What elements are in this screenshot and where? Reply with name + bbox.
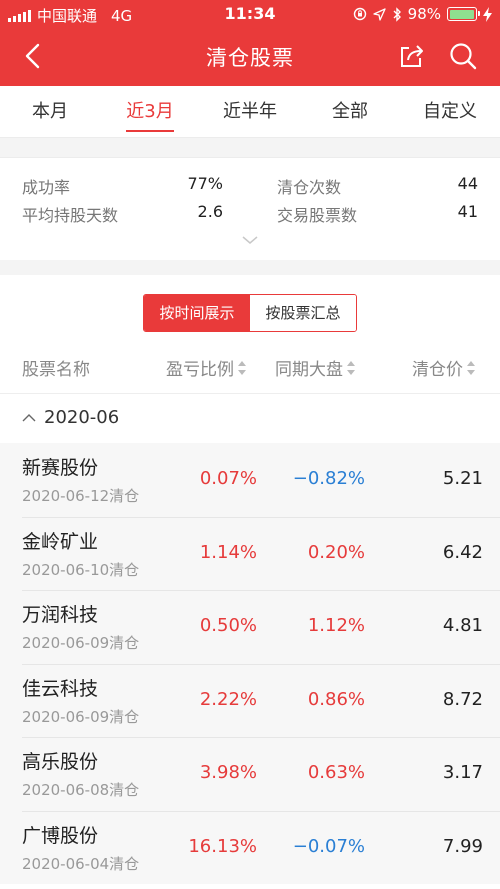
share-icon (401, 45, 423, 67)
expand-stats-button[interactable] (240, 232, 260, 246)
charging-icon (483, 6, 492, 22)
market-change: 0.86% (307, 688, 365, 710)
tab-3-months[interactable]: 近3月 (100, 86, 200, 137)
view-by-time-button[interactable]: 按时间展示 (144, 295, 250, 331)
chevron-up-icon (22, 414, 36, 422)
clear-date: 2020-06-12清仓 (22, 487, 140, 505)
market-change: −0.82% (292, 468, 365, 489)
tab-all[interactable]: 全部 (300, 86, 400, 137)
search-icon (450, 43, 477, 70)
app-header: 中国联通 4G 11:34 98% 清仓股票 (0, 0, 500, 86)
clear-count-value: 44 (457, 174, 478, 193)
search-button[interactable] (447, 40, 479, 72)
view-by-stock-button[interactable]: 按股票汇总 (250, 295, 356, 331)
traded-stocks-label: 交易股票数 (277, 206, 358, 225)
stock-name: 新赛股份 (22, 457, 99, 479)
chevron-down-icon (242, 236, 258, 244)
clear-date: 2020-06-04清仓 (22, 854, 140, 873)
stock-name: 高乐股份 (22, 751, 99, 773)
pnl-ratio: 16.13% (188, 835, 257, 857)
market-change: −0.07% (292, 835, 365, 857)
success-rate-value: 77% (187, 174, 223, 193)
pnl-ratio: 0.07% (199, 468, 257, 489)
rotation-lock-icon (353, 7, 366, 21)
cleared-stock-list: 按时间展示 按股票汇总 股票名称 盈亏比例 同期大盘 清仓价 2020-06 新… (0, 275, 500, 889)
clear-date: 2020-06-09清仓 (22, 707, 140, 726)
status-bar: 中国联通 4G 11:34 98% (0, 0, 500, 28)
bluetooth-icon (393, 6, 401, 22)
battery-percent: 98% (407, 5, 441, 23)
avg-hold-days-label: 平均持股天数 (22, 206, 119, 225)
view-toggle: 按时间展示 按股票汇总 (143, 294, 357, 332)
share-button[interactable] (396, 40, 428, 72)
column-pnl-label: 盈亏比例 (166, 360, 234, 380)
stock-name: 佳云科技 (22, 677, 99, 700)
clear-date: 2020-06-08清仓 (22, 781, 140, 799)
success-rate-label: 成功率 (22, 178, 71, 197)
month-group-header[interactable]: 2020-06 (0, 393, 500, 443)
table-row[interactable]: 新赛股份 2020-06-12清仓 0.07% −0.82% 5.21 (0, 443, 500, 517)
column-header-pnl[interactable]: 盈亏比例 (166, 355, 246, 380)
column-header-price[interactable]: 清仓价 (412, 355, 475, 380)
clear-count-label: 清仓次数 (277, 178, 342, 197)
column-header-name: 股票名称 (22, 355, 90, 380)
battery-icon (447, 7, 480, 21)
stock-name: 广博股份 (22, 824, 99, 847)
column-market-label: 同期大盘 (275, 360, 343, 380)
sort-icon (467, 360, 475, 375)
clear-date: 2020-06-10清仓 (22, 560, 140, 579)
summary-stats: 成功率 77% 清仓次数 44 平均持股天数 2.6 交易股票数 41 (0, 157, 500, 260)
clear-date: 2020-06-09清仓 (22, 634, 140, 652)
sort-icon (238, 360, 246, 375)
stock-name: 万润科技 (22, 604, 99, 626)
tab-half-year[interactable]: 近半年 (200, 86, 300, 137)
market-change: 1.12% (307, 615, 365, 636)
month-group-label: 2020-06 (44, 407, 120, 428)
clear-price: 8.72 (442, 688, 483, 710)
location-arrow-icon (373, 7, 386, 21)
tab-this-month[interactable]: 本月 (0, 86, 100, 137)
sort-icon (347, 360, 355, 375)
period-tabs: 本月 近3月 近半年 全部 自定义 (0, 86, 500, 138)
stock-rows: 新赛股份 2020-06-12清仓 0.07% −0.82% 5.21 金岭矿业… (0, 443, 500, 884)
table-row[interactable]: 金岭矿业 2020-06-10清仓 1.14% 0.20% 6.42 (0, 516, 500, 590)
table-row[interactable]: 万润科技 2020-06-09清仓 0.50% 1.12% 4.81 (0, 590, 500, 664)
pnl-ratio: 2.22% (199, 688, 257, 710)
traded-stocks-value: 41 (457, 202, 478, 221)
tab-custom[interactable]: 自定义 (400, 86, 500, 137)
clear-price: 6.42 (442, 541, 483, 563)
column-header-market[interactable]: 同期大盘 (275, 355, 355, 380)
market-change: 0.63% (307, 762, 365, 783)
table-row[interactable]: 佳云科技 2020-06-09清仓 2.22% 0.86% 8.72 (0, 663, 500, 737)
pnl-ratio: 1.14% (199, 541, 257, 563)
title-bar: 清仓股票 (0, 28, 500, 86)
avg-hold-days-value: 2.6 (197, 202, 223, 221)
pnl-ratio: 3.98% (199, 762, 257, 783)
clear-price: 5.21 (442, 468, 483, 489)
table-row[interactable]: 广博股份 2020-06-04清仓 16.13% −0.07% 7.99 (0, 810, 500, 884)
stock-name: 金岭矿业 (22, 530, 99, 553)
clear-price: 7.99 (442, 835, 483, 857)
column-price-label: 清仓价 (412, 360, 463, 380)
market-change: 0.20% (307, 541, 365, 563)
clear-price: 4.81 (442, 615, 483, 636)
clear-price: 3.17 (442, 762, 483, 783)
table-row[interactable]: 高乐股份 2020-06-08清仓 3.98% 0.63% 3.17 (0, 737, 500, 811)
pnl-ratio: 0.50% (199, 615, 257, 636)
column-name-label: 股票名称 (22, 360, 90, 380)
